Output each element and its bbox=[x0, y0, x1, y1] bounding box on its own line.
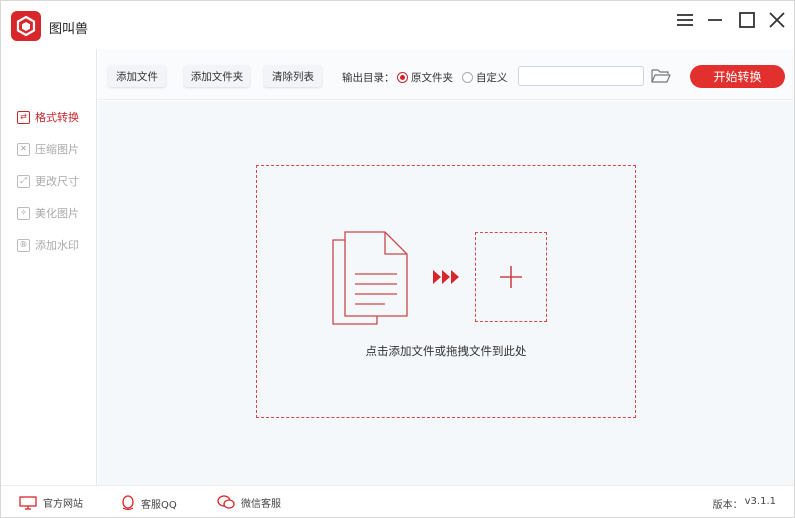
radio-original-label: 原文件夹 bbox=[411, 72, 453, 84]
format-convert-icon: ⇄ bbox=[17, 110, 30, 124]
add-file-box[interactable] bbox=[475, 232, 547, 322]
sidebar-item-label: 压缩图片 bbox=[35, 143, 79, 156]
output-dir-label: 输出目录： bbox=[342, 72, 395, 84]
resize-icon: ⤢ bbox=[17, 174, 30, 188]
app-window: 图叫兽 ⇄ 格式转换 ✕ 压缩图片 ⤢ 更改尺寸 ✧ 美化图片 ® 添加水印 添… bbox=[0, 0, 795, 518]
qq-label: 客服QQ bbox=[141, 499, 177, 511]
documents-icon bbox=[331, 230, 411, 326]
sidebar-item-beautify[interactable]: ✧ 美化图片 bbox=[17, 204, 79, 222]
sidebar: ⇄ 格式转换 ✕ 压缩图片 ⤢ 更改尺寸 ✧ 美化图片 ® 添加水印 bbox=[1, 49, 97, 485]
plus-icon bbox=[500, 266, 522, 288]
add-file-button[interactable]: 添加文件 bbox=[108, 65, 166, 87]
sidebar-item-label: 美化图片 bbox=[35, 207, 79, 220]
website-label: 官方网站 bbox=[43, 499, 83, 510]
toolbar: 添加文件 添加文件夹 清除列表 输出目录： 原文件夹 自定义 开始转换 bbox=[98, 49, 794, 100]
main-area: 点击添加文件或拖拽文件到此处 bbox=[98, 101, 794, 485]
monitor-icon bbox=[19, 495, 37, 510]
wechat-label: 微信客服 bbox=[241, 499, 281, 510]
radio-original-folder[interactable]: 原文件夹 bbox=[397, 70, 453, 85]
drop-hint-text: 点击添加文件或拖拽文件到此处 bbox=[365, 344, 527, 358]
app-title: 图叫兽 bbox=[49, 22, 89, 37]
version-label: 版本： bbox=[712, 500, 743, 511]
clear-list-button[interactable]: 清除列表 bbox=[264, 65, 322, 87]
wechat-service-link[interactable]: 微信客服 bbox=[217, 495, 281, 510]
sidebar-item-label: 添加水印 bbox=[35, 239, 79, 252]
radio-custom-label: 自定义 bbox=[476, 72, 508, 84]
beautify-icon: ✧ bbox=[17, 206, 30, 220]
sidebar-item-compress[interactable]: ✕ 压缩图片 bbox=[17, 140, 79, 158]
wechat-icon bbox=[217, 495, 235, 509]
folder-browse-icon[interactable] bbox=[651, 68, 671, 84]
file-drop-zone[interactable]: 点击添加文件或拖拽文件到此处 bbox=[256, 165, 636, 418]
app-logo-icon bbox=[11, 11, 41, 41]
sidebar-item-watermark[interactable]: ® 添加水印 bbox=[17, 236, 79, 254]
sidebar-item-label: 更改尺寸 bbox=[35, 175, 79, 188]
footer: 官方网站 客服QQ 微信客服 版本： v3.1.1 bbox=[1, 485, 794, 517]
compress-icon: ✕ bbox=[17, 142, 30, 156]
title-bar: 图叫兽 bbox=[1, 1, 794, 49]
radio-custom[interactable]: 自定义 bbox=[462, 70, 508, 85]
radio-unchecked-icon bbox=[462, 72, 473, 83]
qq-icon bbox=[122, 495, 134, 511]
radio-checked-icon bbox=[397, 72, 408, 83]
minimize-icon[interactable] bbox=[704, 11, 726, 29]
official-website-link[interactable]: 官方网站 bbox=[19, 495, 83, 510]
sidebar-item-format-convert[interactable]: ⇄ 格式转换 bbox=[17, 108, 79, 126]
close-icon[interactable] bbox=[766, 11, 788, 29]
start-convert-button[interactable]: 开始转换 bbox=[690, 65, 785, 88]
menu-icon[interactable] bbox=[674, 11, 696, 29]
sidebar-item-label: 格式转换 bbox=[35, 111, 79, 124]
watermark-icon: ® bbox=[17, 238, 30, 252]
sidebar-item-resize[interactable]: ⤢ 更改尺寸 bbox=[17, 172, 79, 190]
version-info: 版本： v3.1.1 bbox=[713, 496, 776, 511]
maximize-icon[interactable] bbox=[736, 11, 758, 29]
version-value: v3.1.1 bbox=[744, 496, 776, 507]
add-folder-button[interactable]: 添加文件夹 bbox=[184, 65, 250, 87]
output-path-input[interactable] bbox=[518, 66, 644, 86]
customer-qq-link[interactable]: 客服QQ bbox=[121, 495, 177, 511]
triple-arrow-icon bbox=[433, 268, 461, 286]
